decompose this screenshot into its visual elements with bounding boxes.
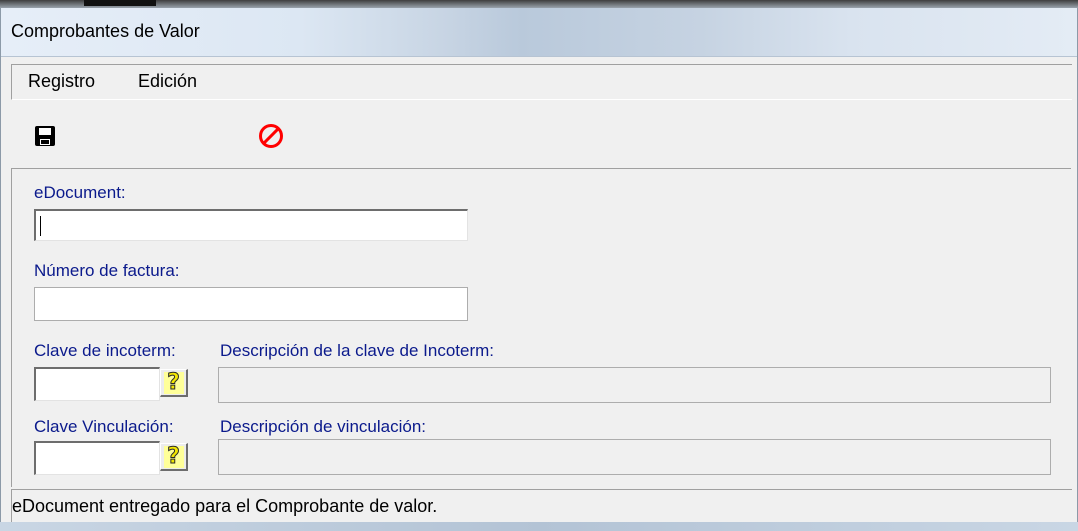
invoice-number-input[interactable] (34, 287, 468, 321)
question-mark-icon: ? (163, 371, 184, 394)
vinculacion-key-label: Clave Vinculación: (34, 417, 174, 436)
menu-edicion[interactable]: Edición (138, 71, 197, 92)
comprobantes-window: Comprobantes de Valor Registro Edición e… (0, 8, 1078, 522)
desktop-top-edge (84, 0, 156, 6)
vinculacion-description-field (218, 439, 1051, 475)
vinculacion-description-label: Descripción de vinculación: (220, 417, 426, 436)
cancel-button[interactable] (257, 122, 285, 150)
form-panel: eDocument: Número de factura: Clave de i… (11, 169, 1072, 487)
title-bar[interactable]: Comprobantes de Valor (1, 8, 1077, 57)
text-caret (40, 216, 41, 236)
no-entry-icon (259, 124, 283, 148)
incoterm-help-button[interactable]: ? (160, 369, 188, 397)
save-button[interactable] (31, 122, 59, 150)
vinculacion-help-button[interactable]: ? (160, 443, 188, 471)
menu-registro[interactable]: Registro (28, 71, 95, 92)
incoterm-key-label: Clave de incoterm: (34, 341, 176, 360)
status-bar: eDocument entregado para el Comprobante … (11, 489, 1072, 522)
toolbar (11, 100, 1071, 169)
invoice-number-label: Número de factura: (34, 261, 180, 280)
edocument-input[interactable] (34, 209, 468, 241)
question-mark-icon: ? (163, 445, 184, 468)
edocument-label: eDocument: (34, 183, 126, 202)
incoterm-description-field (218, 367, 1051, 403)
vinculacion-key-input[interactable] (34, 441, 160, 475)
menu-bar: Registro Edición (11, 64, 1072, 100)
incoterm-description-label: Descripción de la clave de Incoterm: (220, 341, 495, 360)
incoterm-key-input[interactable] (34, 367, 160, 401)
desktop-top-strip (0, 0, 1078, 8)
desktop-bottom-strip (0, 522, 1078, 531)
floppy-disk-icon (35, 126, 55, 146)
window-title: Comprobantes de Valor (11, 21, 200, 41)
status-text: eDocument entregado para el Comprobante … (12, 496, 438, 516)
